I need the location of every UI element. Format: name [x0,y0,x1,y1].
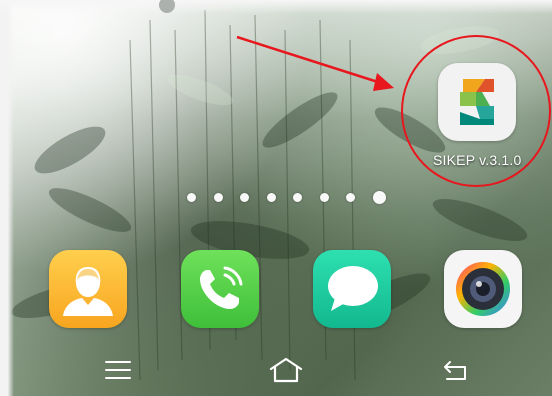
page-dot[interactable] [319,192,329,202]
contacts-icon[interactable] [49,250,127,328]
annotation-circle [401,35,551,187]
dock-app-camera[interactable] [444,250,522,328]
dock-app-contacts[interactable] [49,250,127,328]
dock-app-phone[interactable] [181,250,259,328]
home-icon [269,357,303,383]
page-dot[interactable] [213,192,223,202]
back-icon [444,361,466,380]
dock-app-messages[interactable] [313,250,391,328]
page-dot[interactable] [346,192,355,202]
menu-icon [105,361,131,379]
page-dot-active[interactable] [372,190,386,204]
nav-home-button[interactable] [266,352,306,388]
page-dot[interactable] [240,192,249,202]
device-bezel-top [0,0,552,14]
nav-menu-button[interactable] [100,352,136,388]
camera-icon[interactable] [444,250,522,328]
page-dot[interactable] [266,192,276,202]
phone-icon[interactable] [181,250,259,328]
page-dot[interactable] [187,192,196,202]
device-bezel-left [0,0,14,396]
messages-icon[interactable] [313,250,391,328]
page-dot[interactable] [293,192,302,202]
page-indicator [187,188,386,206]
nav-back-button[interactable] [437,352,473,388]
